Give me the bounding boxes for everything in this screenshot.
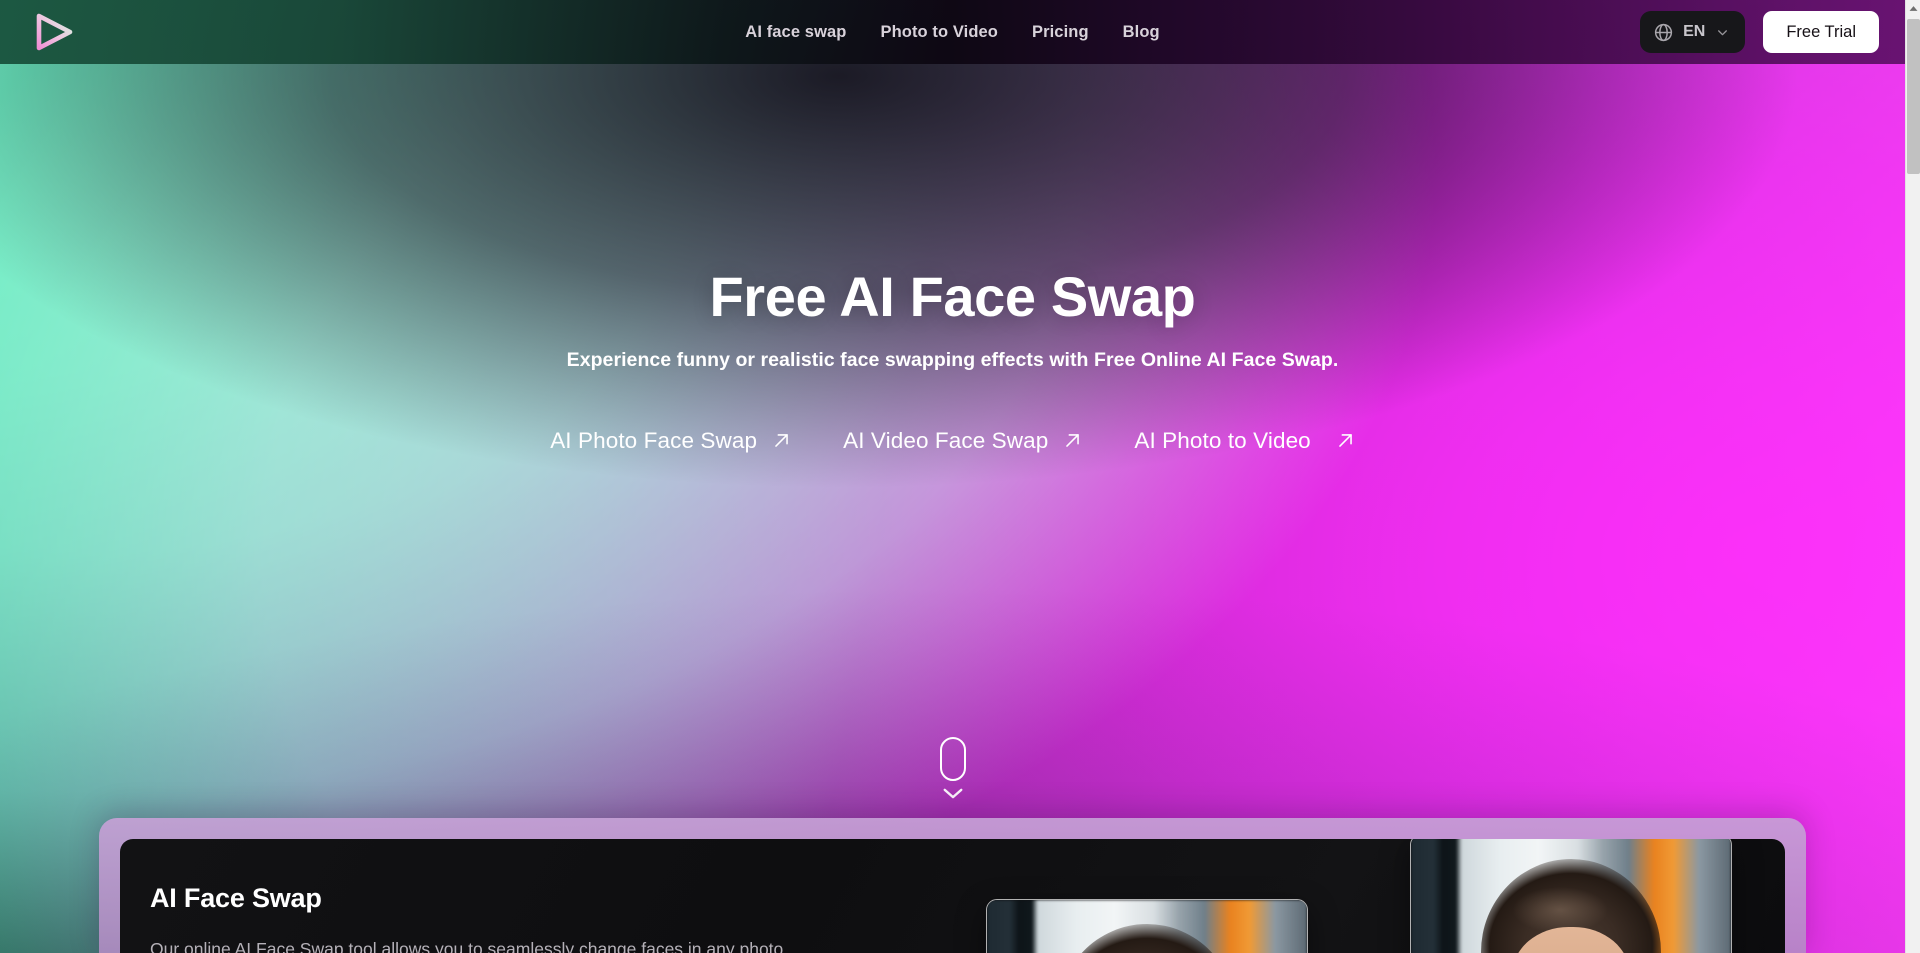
hero-link-ai-photo-face-swap[interactable]: AI Photo Face Swap bbox=[550, 428, 791, 454]
top-bar-actions: EN Free Trial bbox=[1640, 11, 1879, 53]
mouse-scroll-icon bbox=[939, 737, 966, 781]
hero-link-label: AI Video Face Swap bbox=[843, 427, 1049, 453]
hero-link-ai-photo-to-video[interactable]: AI Photo to Video bbox=[1134, 428, 1354, 454]
hero-cta-links: AI Photo Face Swap AI Video Face Swap AI… bbox=[550, 428, 1355, 454]
feature-card-title: AI Face Swap bbox=[150, 883, 322, 913]
page-viewport: AI face swap Photo to Video Pricing Blog… bbox=[0, 0, 1905, 953]
language-selector[interactable]: EN bbox=[1640, 11, 1746, 53]
globe-icon bbox=[1653, 22, 1674, 43]
hero-title: Free AI Face Swap bbox=[709, 265, 1196, 328]
feature-card: AI Face Swap Our online AI Face Swap too… bbox=[120, 839, 1785, 953]
nav-item-photo-to-video[interactable]: Photo to Video bbox=[880, 23, 998, 42]
free-trial-button[interactable]: Free Trial bbox=[1763, 11, 1879, 53]
hero-subtitle: Experience funny or realistic face swapp… bbox=[566, 348, 1339, 371]
feature-card-media bbox=[940, 839, 1785, 953]
hero-background bbox=[0, 0, 1905, 953]
arrow-up-right-icon bbox=[1336, 431, 1355, 450]
nav-item-pricing[interactable]: Pricing bbox=[1032, 23, 1089, 42]
nav-item-ai-face-swap[interactable]: AI face swap bbox=[745, 23, 846, 42]
main-navigation: AI face swap Photo to Video Pricing Blog bbox=[745, 0, 1159, 64]
face-swap-preview-front[interactable] bbox=[1410, 839, 1732, 953]
hero-link-label: AI Photo Face Swap bbox=[550, 427, 758, 453]
language-label: EN bbox=[1683, 23, 1706, 40]
arrow-up-right-icon bbox=[1063, 431, 1082, 450]
play-triangle-logo-icon bbox=[30, 13, 76, 51]
feature-card-text: AI Face Swap Our online AI Face Swap too… bbox=[120, 839, 940, 953]
scrollbar-thumb[interactable] bbox=[1907, 19, 1920, 174]
browser-scrollbar[interactable] bbox=[1905, 0, 1920, 953]
nav-item-blog[interactable]: Blog bbox=[1123, 23, 1160, 42]
chevron-down-icon bbox=[1714, 26, 1729, 39]
face-swap-preview-back[interactable] bbox=[986, 899, 1308, 953]
hero-link-label: AI Photo to Video bbox=[1134, 427, 1311, 453]
arrow-up-right-icon bbox=[772, 431, 791, 450]
feature-card-description: Our online AI Face Swap tool allows you … bbox=[150, 939, 784, 953]
hero-background-overlay bbox=[0, 0, 1905, 953]
scroll-down-indicator[interactable] bbox=[939, 737, 966, 800]
scroll-up-arrow-icon[interactable] bbox=[1906, 0, 1920, 17]
hero-link-ai-video-face-swap[interactable]: AI Video Face Swap bbox=[843, 428, 1082, 454]
chevron-down-icon bbox=[942, 787, 964, 800]
brand-logo[interactable] bbox=[30, 12, 82, 52]
top-navigation-bar: AI face swap Photo to Video Pricing Blog… bbox=[0, 0, 1905, 64]
